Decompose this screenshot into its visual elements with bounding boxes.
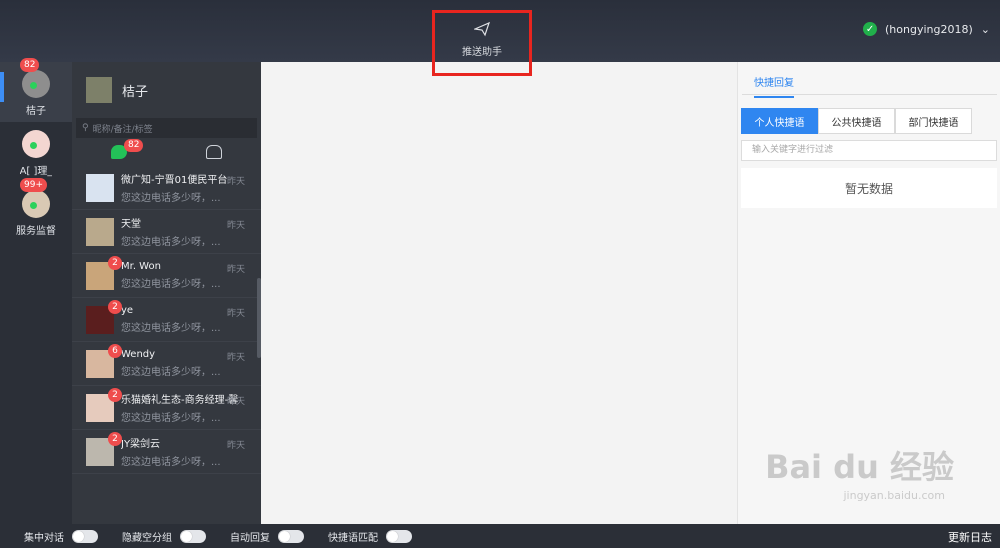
send-icon — [474, 21, 490, 37]
toggle-switch[interactable] — [278, 529, 304, 543]
contact-name: 微广知-宁晋01便民平台 — [121, 175, 228, 186]
check-icon: ✓ — [863, 22, 878, 36]
toggle-group: 自动回复 — [230, 529, 304, 544]
update-log-link[interactable]: 更新日志 — [948, 529, 992, 545]
toggle-group: 快捷语匹配 — [328, 529, 412, 544]
toggle-group: 集中对话 — [24, 529, 98, 544]
list-item[interactable]: 2 乐猫婚礼生态-商务经理-馨 您这边电话多少呀，... 昨天 — [72, 386, 261, 430]
tab-personal[interactable]: 个人快捷语 — [741, 108, 818, 134]
unread-badge: 2 — [108, 300, 122, 314]
list-item[interactable]: 6 Wendy 您这边电话多少呀，... 昨天 — [72, 342, 261, 386]
account-item[interactable]: 99+ 服务监督 — [0, 178, 72, 242]
contact-name: 天堂 — [121, 219, 141, 230]
search-placeholder: 昵称/备注/标签 — [92, 124, 153, 135]
toggle-switch[interactable] — [72, 529, 98, 543]
watermark-url: jingyan.baidu.com — [843, 489, 945, 502]
header-name: 桔子 — [122, 84, 149, 100]
tab-chats[interactable]: 82 — [72, 139, 167, 159]
online-dot — [30, 82, 37, 89]
list-item[interactable]: 2 JY梁剑云 您这边电话多少呀，... 昨天 — [72, 430, 261, 474]
watermark: Bai du 经验 — [765, 448, 954, 486]
toggle-switch[interactable] — [180, 529, 206, 543]
account-menu[interactable]: ✓ (hongying2018) ⌄ — [863, 22, 990, 36]
chevron-down-icon: ⌄ — [980, 22, 990, 36]
account-item[interactable]: 82 桔子 — [0, 58, 72, 122]
timestamp: 昨天 — [226, 397, 245, 407]
message-preview: 您这边电话多少呀，... — [121, 279, 221, 290]
account-name: 服务监督 — [16, 226, 56, 237]
divider — [742, 94, 997, 95]
timestamp: 昨天 — [226, 221, 245, 231]
account-name: A[ ]理_ — [19, 166, 53, 177]
avatar — [86, 77, 112, 103]
contacts-tabs: 82 — [72, 138, 261, 166]
contact-name: 乐猫婚礼生态-商务经理-馨 — [121, 395, 239, 406]
avatar — [86, 217, 114, 246]
unread-badge: 2 — [108, 432, 122, 446]
contact-search[interactable]: ⚲ 昵称/备注/标签 — [76, 118, 257, 138]
toggle-group: 隐藏空分组 — [122, 529, 206, 544]
toggle-label: 快捷语匹配 — [328, 532, 378, 544]
toggle-switch[interactable] — [386, 529, 412, 543]
message-preview: 您这边电话多少呀，... — [121, 413, 221, 424]
toggle-label: 集中对话 — [24, 532, 64, 544]
timestamp: 昨天 — [226, 177, 245, 187]
chat-area — [261, 62, 737, 524]
toggle-label: 隐藏空分组 — [122, 532, 172, 544]
list-item[interactable]: 天堂 您这边电话多少呀，... 昨天 — [72, 210, 261, 254]
online-dot — [30, 142, 37, 149]
chat-list: 微广知-宁晋01便民平台 您这边电话多少呀，... 昨天 天堂 您这边电话多少呀… — [72, 166, 261, 524]
message-preview: 您这边电话多少呀，... — [121, 323, 221, 334]
toggle-label: 自动回复 — [230, 532, 270, 544]
contact-name: Wendy — [121, 349, 156, 360]
timestamp: 昨天 — [226, 441, 245, 451]
contact-name: JY梁剑云 — [121, 439, 161, 450]
bottom-bar: 集中对话 隐藏空分组 自动回复 快捷语匹配 更新日志 — [0, 524, 1000, 548]
push-helper-button[interactable]: 推送助手 — [432, 10, 532, 76]
tab-department[interactable]: 部门快捷语 — [895, 108, 972, 134]
tab-public[interactable]: 公共快捷语 — [818, 108, 895, 134]
list-item[interactable]: 2 Mr. Won 您这边电话多少呀，... 昨天 — [72, 254, 261, 298]
chat-badge: 82 — [124, 139, 144, 152]
avatar — [86, 173, 114, 202]
unread-badge: 2 — [108, 256, 122, 270]
contacts-icon — [205, 145, 222, 159]
contacts-header: 桔子 — [72, 62, 261, 118]
push-helper-label: 推送助手 — [462, 47, 502, 58]
timestamp: 昨天 — [226, 353, 245, 363]
quick-reply-panel: 快捷回复 个人快捷语 公共快捷语 部门快捷语 输入关键字进行过滤 暂无数据 Ba… — [737, 62, 1000, 524]
list-item[interactable]: 2 ye 您这边电话多少呀，... 昨天 — [72, 298, 261, 342]
contact-name: ye — [121, 305, 134, 316]
timestamp: 昨天 — [226, 265, 245, 275]
account-item[interactable]: A[ ]理_ — [0, 122, 72, 182]
top-bar: 推送助手 ✓ (hongying2018) ⌄ — [0, 0, 1000, 76]
account-column: 82 桔子 A[ ]理_ 99+ 服务监督 — [0, 58, 72, 524]
unread-badge: 99+ — [20, 178, 47, 192]
unread-badge: 82 — [20, 58, 40, 72]
list-item[interactable]: 微广知-宁晋01便民平台 您这边电话多少呀，... 昨天 — [72, 166, 261, 210]
tab-contacts[interactable] — [167, 145, 262, 159]
message-preview: 您这边电话多少呀，... — [121, 193, 221, 204]
account-name: 桔子 — [26, 106, 46, 117]
message-preview: 您这边电话多少呀，... — [121, 367, 221, 378]
contact-name: Mr. Won — [121, 261, 161, 272]
message-preview: 您这边电话多少呀，... — [121, 457, 221, 468]
online-dot — [30, 202, 37, 209]
account-name: (hongying2018) — [885, 22, 973, 36]
message-preview: 您这边电话多少呀，... — [121, 237, 221, 248]
empty-state: 暂无数据 — [741, 168, 997, 208]
keyword-filter-input[interactable]: 输入关键字进行过滤 — [741, 140, 997, 161]
unread-badge: 6 — [108, 344, 122, 358]
unread-badge: 2 — [108, 388, 122, 402]
contacts-panel: 桔子 ⚲ 昵称/备注/标签 82 微广知-宁晋01便民平台 您这边电话多少呀，.… — [72, 62, 261, 524]
timestamp: 昨天 — [226, 309, 245, 319]
search-icon: ⚲ — [82, 123, 89, 133]
reply-category-tabs: 个人快捷语 公共快捷语 部门快捷语 — [741, 108, 972, 134]
